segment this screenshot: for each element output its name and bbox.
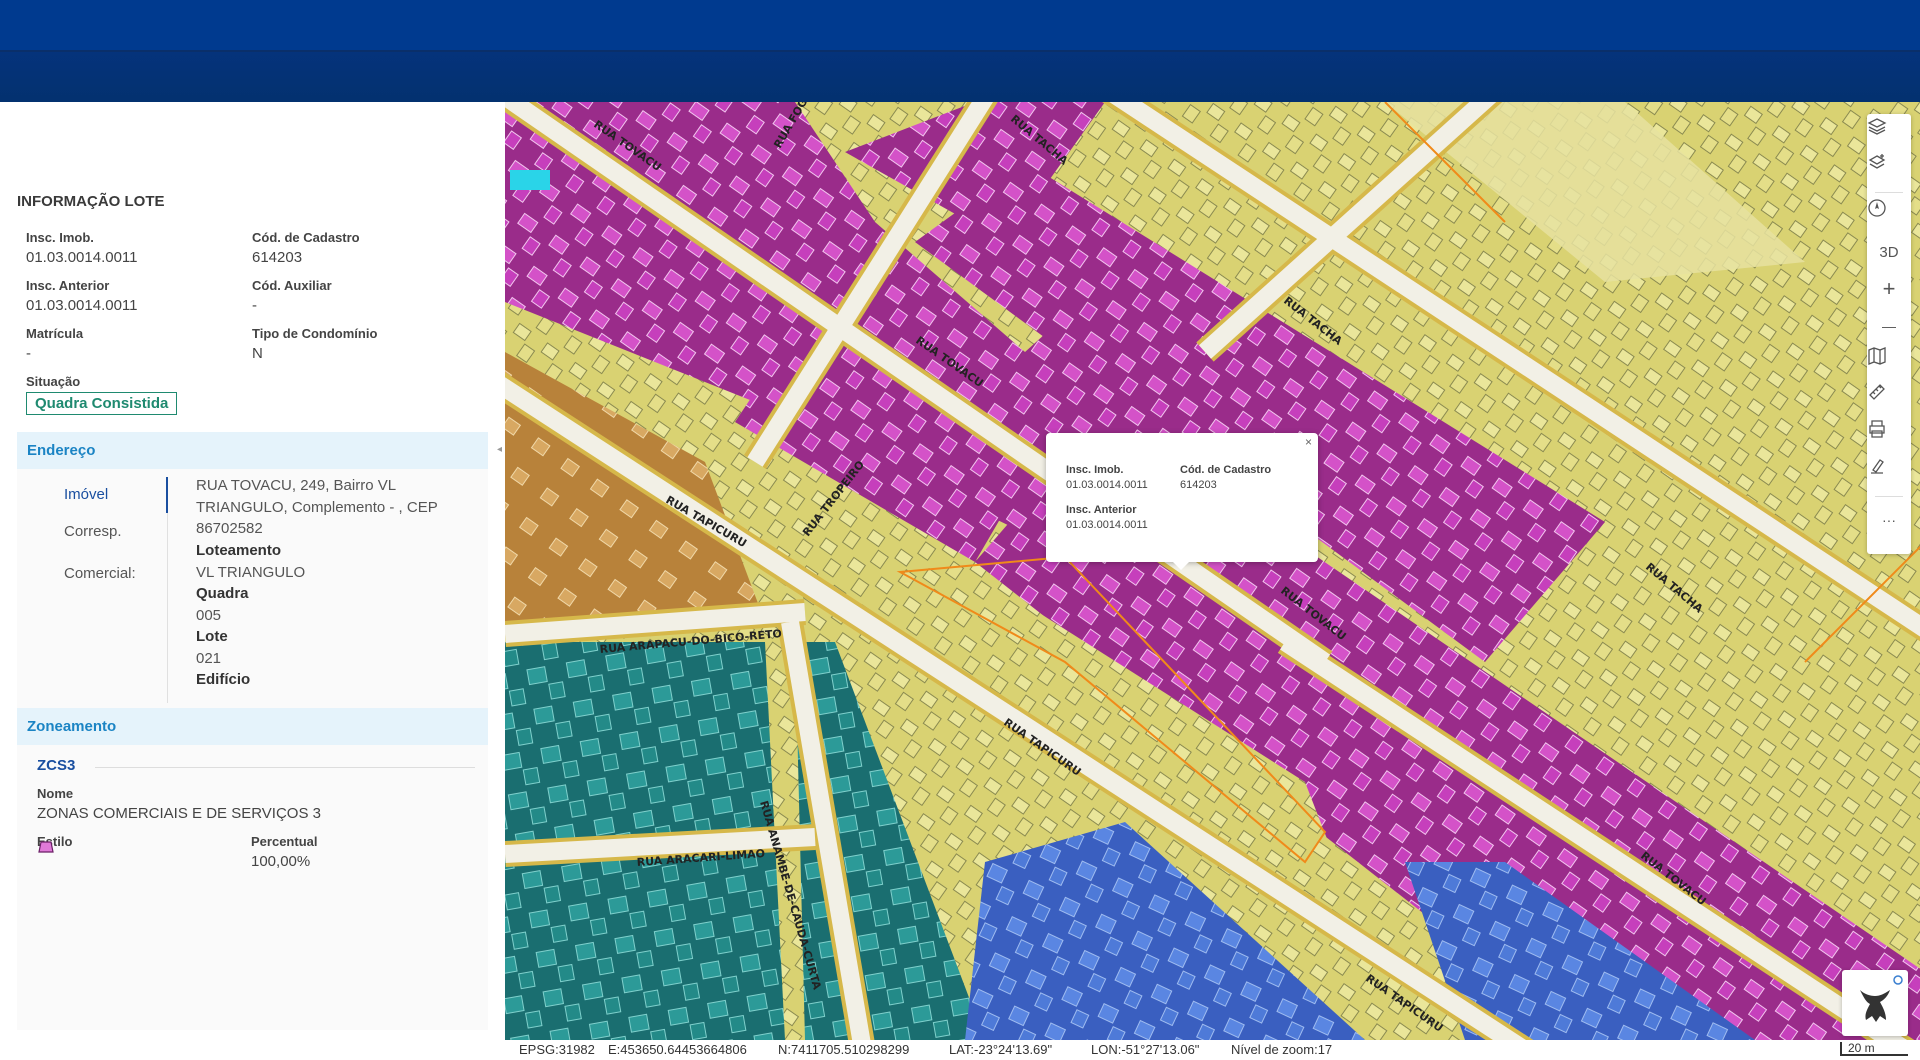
popup-close-button[interactable]: × [1305, 435, 1312, 449]
zoneamento-content: ZCS3 Nome ZONAS COMERCIAIS E DE SERVIÇOS… [17, 745, 488, 1030]
loteamento-label: Loteamento [196, 542, 282, 559]
insc-imob-label: Insc. Imob. [26, 230, 94, 245]
popup-cod-cadastro-label: Cód. de Cadastro [1180, 464, 1272, 476]
edificio-label: Edifício [196, 671, 251, 688]
pool-feature [510, 170, 550, 190]
cod-auxiliar-label: Cód. Auxiliar [252, 278, 332, 293]
layers-add-icon [1868, 154, 1886, 169]
ruler-icon [1869, 384, 1885, 400]
zone-nome-label: Nome [37, 786, 74, 801]
matricula-label: Matrícula [26, 326, 84, 341]
latitude-readout: LAT:-23°24'13.69" [949, 1042, 1053, 1057]
zone-nome-value: ZONAS COMERCIAIS E DE SERVIÇOS 3 [37, 805, 321, 822]
easting-readout: E:453650.64453664806 [608, 1042, 747, 1057]
more-options-button[interactable]: ··· [1867, 502, 1911, 538]
bird-logo-icon [1860, 975, 1903, 1022]
map-icon [1868, 347, 1886, 365]
active-tab-indicator [166, 477, 168, 513]
toolbar-divider [1875, 496, 1903, 497]
basemap-button[interactable] [1867, 346, 1911, 382]
zone-divider [95, 767, 475, 768]
draw-button[interactable] [1867, 456, 1911, 492]
tipo-condominio-label: Tipo de Condomínio [252, 326, 378, 341]
layers-button[interactable] [1867, 116, 1911, 152]
situacao-label: Situação [26, 374, 81, 389]
lote-value: 021 [196, 650, 222, 667]
tab-corresp[interactable]: Corresp. [64, 523, 122, 540]
header-divider [0, 50, 1920, 52]
zoom-level-readout: Nível de zoom:17 [1231, 1042, 1333, 1057]
zone-style-swatch-icon [38, 841, 54, 853]
scroll-left-arrow-icon[interactable]: ◂ [497, 444, 502, 455]
insc-anterior-label: Insc. Anterior [26, 278, 110, 293]
add-layer-button[interactable] [1867, 152, 1911, 188]
matricula-value: - [26, 345, 31, 362]
endereco-section-header[interactable]: Endereço [17, 432, 488, 469]
percentual-value: 100,00% [251, 853, 311, 870]
quadra-value: 005 [196, 607, 222, 624]
situacao-status-badge: Quadra Consistida [26, 392, 178, 415]
popup-insc-anterior-label: Insc. Anterior [1066, 504, 1137, 516]
epsg-readout: EPSG:31982 [519, 1042, 595, 1057]
compass-icon [1868, 199, 1886, 217]
zoom-in-button[interactable]: + [1867, 271, 1911, 307]
percentual-label: Percentual [251, 834, 318, 849]
tab-imovel[interactable]: Imóvel [64, 486, 108, 503]
toolbar-divider [1875, 192, 1903, 193]
endereco-content: Imóvel Corresp. Comercial: RUA TOVACU, 2… [17, 469, 488, 713]
draw-icon [1871, 459, 1884, 474]
longitude-readout: LON:-51°27'13.06" [1091, 1042, 1200, 1057]
info-panel: INFORMAÇÃO LOTE Insc. Imob. 01.03.0014.0… [0, 102, 505, 1060]
popup-insc-anterior-value: 01.03.0014.0011 [1066, 519, 1148, 531]
layers-icon [1867, 118, 1887, 135]
map-toolbar: 3D + — ··· [1867, 114, 1911, 554]
lote-label: Lote [196, 628, 228, 645]
3d-toggle-button[interactable]: 3D [1867, 234, 1911, 270]
map-viewport[interactable]: RUA TOVACU RUA FOGO-A RUA TACHA RUA TACH… [505, 102, 1920, 1040]
address-text: RUA TOVACU, 249, Bairro VL TRIANGULO, Co… [196, 477, 438, 537]
scale-bar: 20 m [1840, 1042, 1908, 1056]
northing-readout: N:7411705.510298299 [778, 1042, 910, 1057]
panel-title: INFORMAÇÃO LOTE [17, 193, 165, 210]
popup-insc-imob-label: Insc. Imob. [1066, 464, 1124, 476]
zoneamento-section-header[interactable]: Zoneamento [17, 708, 488, 745]
map-canvas[interactable]: RUA TOVACU RUA FOGO-A RUA TACHA RUA TACH… [505, 102, 1920, 1040]
zoom-out-button[interactable]: — [1867, 308, 1911, 344]
compass-button[interactable] [1867, 198, 1911, 234]
map-status-bar: EPSG:31982 E:453650.64453664806 N:741170… [505, 1040, 1920, 1060]
cod-auxiliar-value: - [252, 297, 257, 314]
insc-anterior-value: 01.03.0014.0011 [26, 297, 138, 314]
tab-divider [167, 513, 168, 703]
zone-code: ZCS3 [37, 757, 76, 774]
measure-button[interactable] [1867, 382, 1911, 418]
insc-imob-value: 01.03.0014.0011 [26, 249, 138, 266]
quadra-label: Quadra [196, 585, 249, 602]
tab-comercial[interactable]: Comercial: [64, 565, 136, 582]
tipo-condominio-value: N [252, 345, 263, 362]
feature-info-popup: × Insc. Imob. 01.03.0014.0011 Cód. de Ca… [1046, 433, 1318, 570]
bird-logo-button[interactable] [1842, 970, 1908, 1036]
top-header-bar [0, 0, 1920, 102]
popup-insc-imob-value: 01.03.0014.0011 [1066, 479, 1148, 491]
popup-cod-cadastro-value: 614203 [1180, 479, 1217, 491]
cod-cadastro-label: Cód. de Cadastro [252, 230, 360, 245]
print-icon [1869, 420, 1885, 438]
cod-cadastro-value: 614203 [252, 249, 303, 266]
loteamento-value: VL TRIANGULO [196, 564, 306, 581]
print-button[interactable] [1867, 419, 1911, 455]
